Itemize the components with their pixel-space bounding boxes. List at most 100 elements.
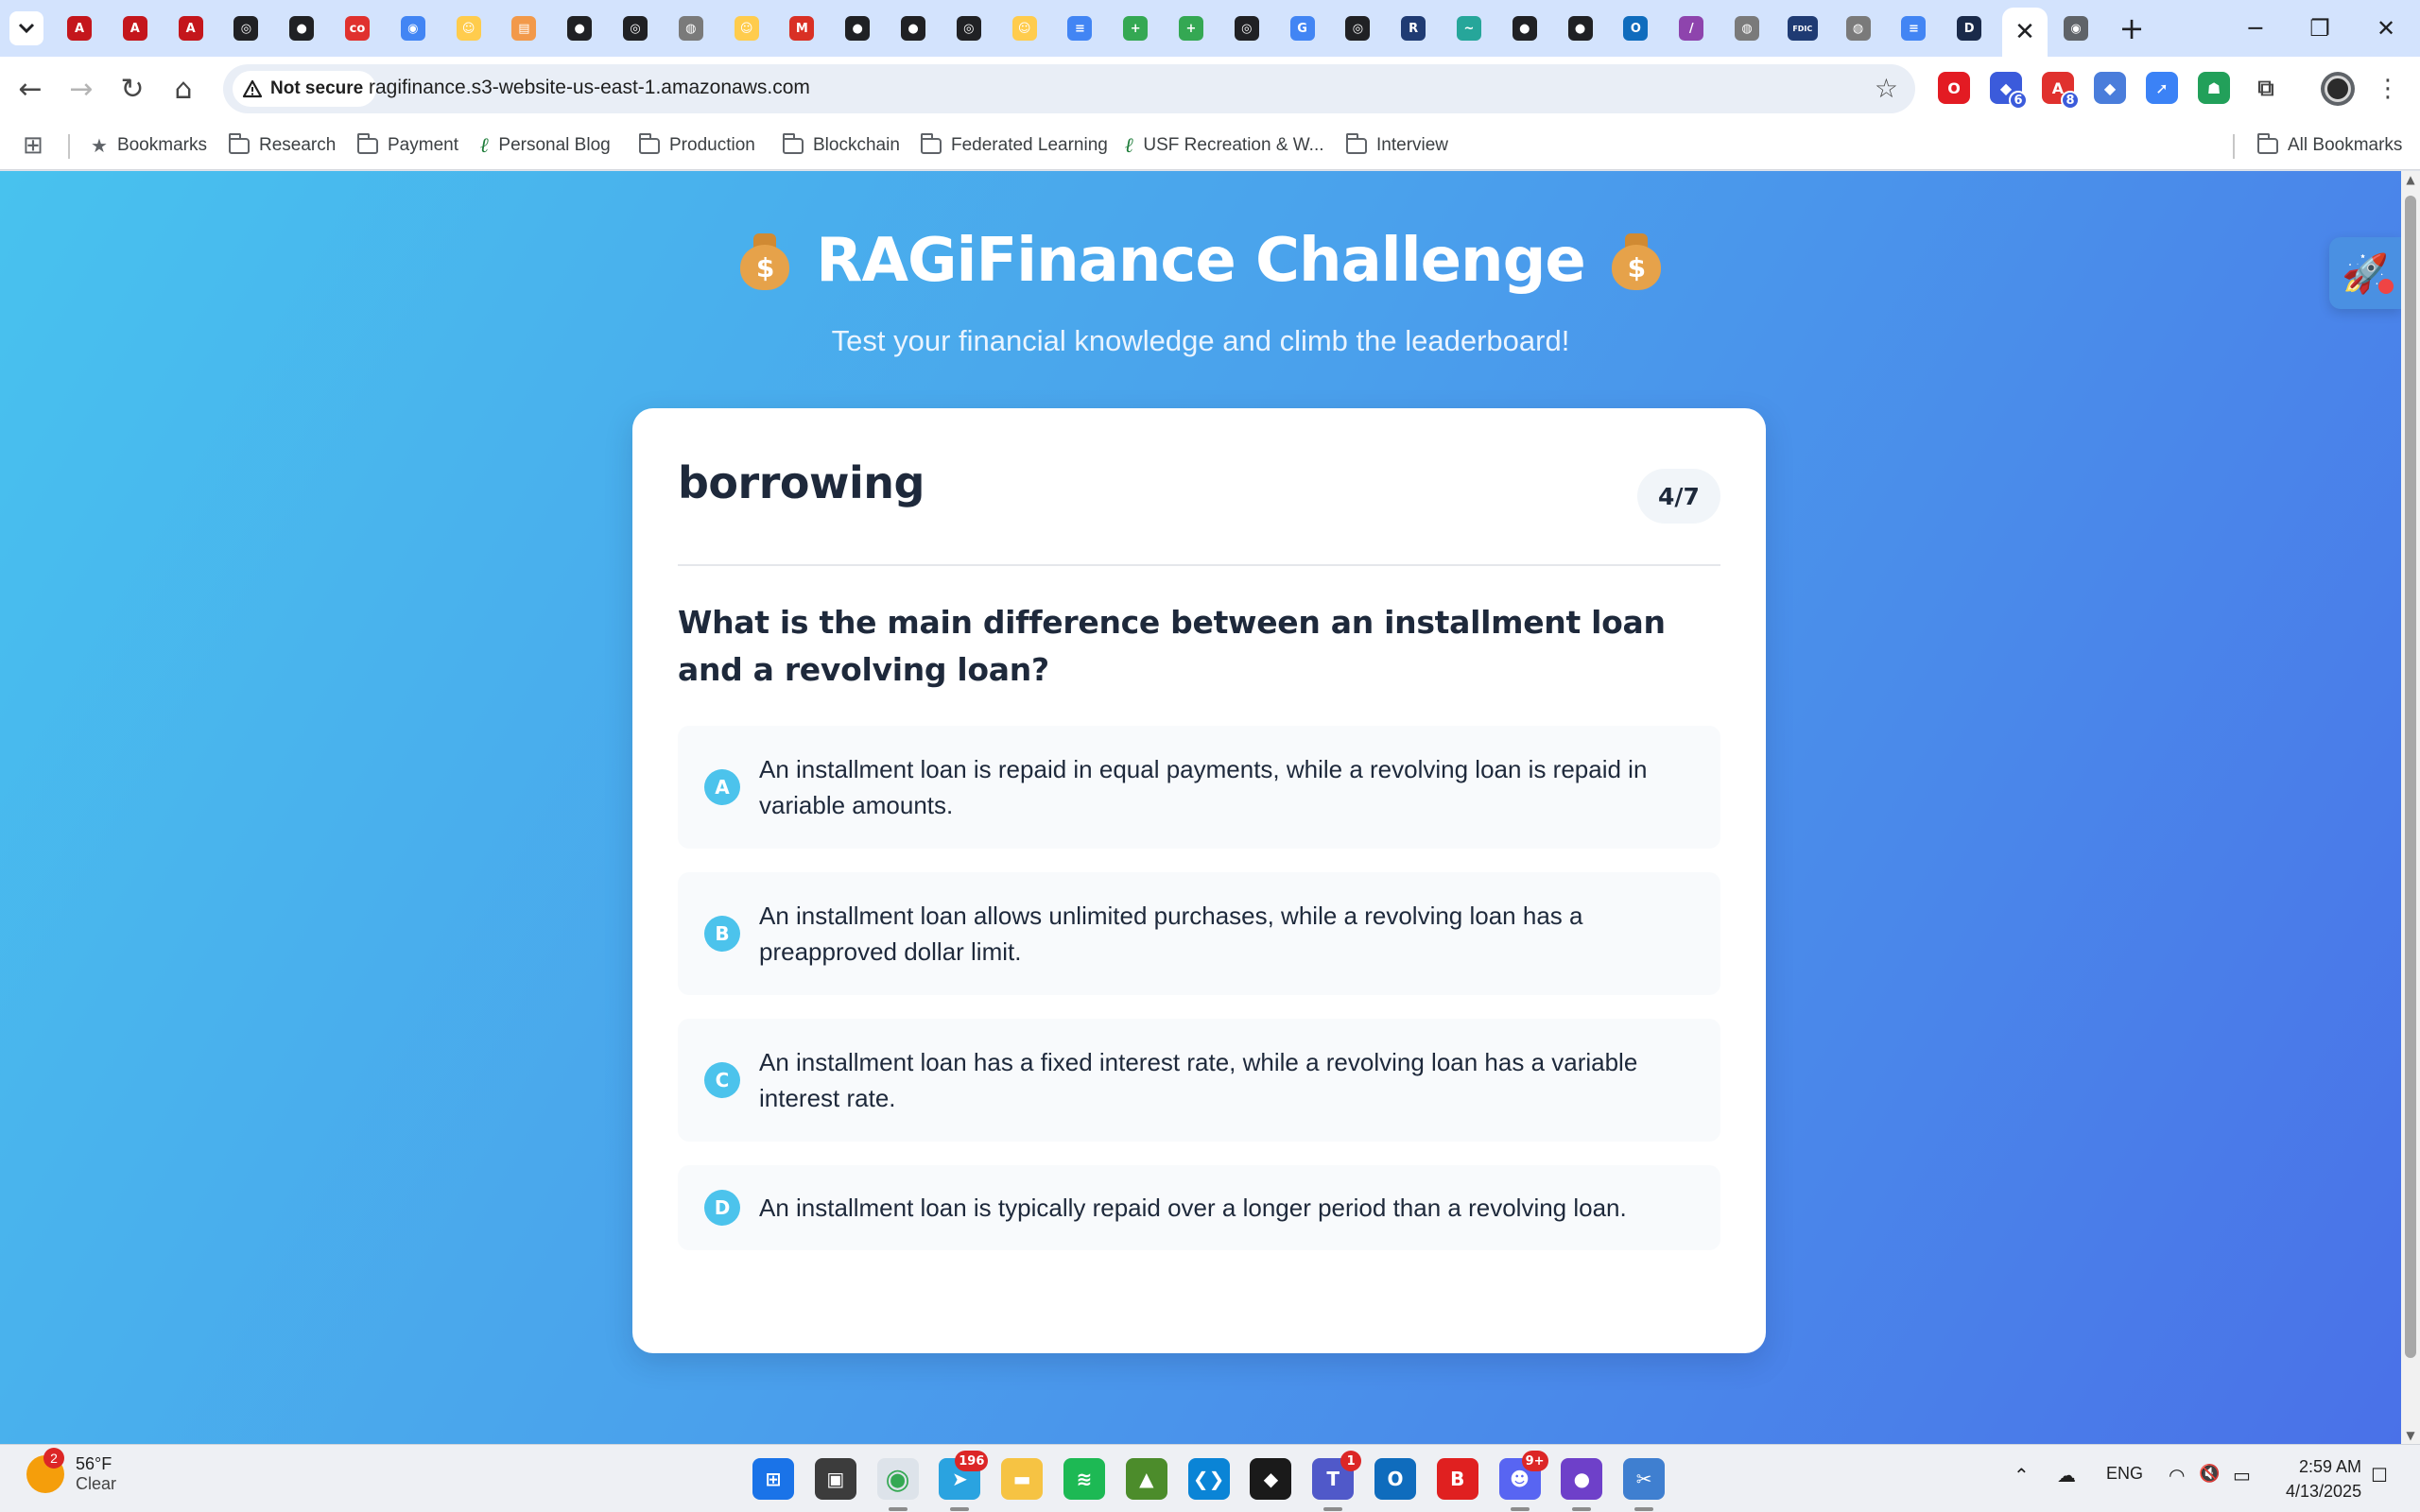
graduation-cap-icon[interactable]: ◆ 6 xyxy=(1990,72,2028,110)
security-chip[interactable]: Not secure xyxy=(233,71,377,107)
reload-button[interactable]: ↻ xyxy=(110,66,155,112)
taskbar-spotify[interactable]: ≋ xyxy=(1063,1458,1105,1500)
language-indicator[interactable]: ENG xyxy=(2106,1464,2143,1484)
browser-tab[interactable]: ◍ xyxy=(674,11,708,45)
browser-tab[interactable]: M xyxy=(785,11,819,45)
bookmark-research[interactable]: Research xyxy=(228,130,336,161)
apps-button[interactable]: ⊞ xyxy=(23,130,43,161)
taskbar-telegram[interactable]: ➤ 196 xyxy=(939,1451,989,1511)
browser-tab[interactable]: + xyxy=(1118,11,1152,45)
answer-option-a[interactable]: A An installment loan is repaid in equal … xyxy=(678,726,1720,849)
browser-tab[interactable]: ◎ xyxy=(1230,11,1264,45)
taskbar-outlook[interactable]: O xyxy=(1374,1458,1416,1500)
taskbar-cursor[interactable]: ◆ xyxy=(1250,1458,1292,1500)
opera-icon[interactable]: O xyxy=(1938,72,1970,104)
browser-tab[interactable]: ◎ xyxy=(1340,11,1374,45)
bookmark-usf-recreation-w[interactable]: ℓ USF Recreation & W... xyxy=(1125,130,1324,161)
browser-tab[interactable]: ◍ xyxy=(1730,11,1764,45)
minimize-button[interactable]: ─ xyxy=(2235,8,2276,49)
browser-tab[interactable]: ● xyxy=(896,11,930,45)
browser-tab[interactable]: D xyxy=(1952,11,1986,45)
browser-tab[interactable]: O xyxy=(1618,11,1652,45)
rocket-icon[interactable]: ➚ xyxy=(2146,72,2178,104)
bookmark-payment[interactable]: Payment xyxy=(356,130,458,161)
browser-tab[interactable]: G xyxy=(1286,11,1320,45)
browser-tab[interactable]: A xyxy=(62,11,96,45)
page-scrollbar[interactable]: ▲ ▼ xyxy=(2401,171,2420,1444)
url-text[interactable]: ragifinance.s3-website-us-east-1.amazona… xyxy=(369,77,810,99)
taskbar-image-viewer[interactable]: ▲ xyxy=(1125,1458,1167,1500)
volume-muted-icon[interactable]: 🔇 xyxy=(2199,1464,2220,1484)
battery-icon[interactable]: ▭ xyxy=(2233,1464,2251,1486)
scroll-down-arrow[interactable]: ▼ xyxy=(2404,1429,2417,1442)
taskbar-teams[interactable]: T1 xyxy=(1312,1451,1362,1511)
browser-tab[interactable]: ☺ xyxy=(452,11,486,45)
browser-tab[interactable]: ● xyxy=(1508,11,1542,45)
robot-icon[interactable]: ☗ xyxy=(2198,72,2230,104)
browser-tab[interactable]: + xyxy=(1174,11,1208,45)
browser-tab[interactable]: co xyxy=(340,11,374,45)
browser-tab[interactable]: R xyxy=(1396,11,1430,45)
browser-tab[interactable]: ◎ xyxy=(618,11,652,45)
browser-tab[interactable]: ☺ xyxy=(730,11,764,45)
taskbar-task-view[interactable]: ▣ xyxy=(814,1458,856,1500)
bookmark-interview[interactable]: Interview xyxy=(1345,130,1448,161)
wifi-icon[interactable]: ◠ xyxy=(2169,1464,2185,1486)
home-button[interactable]: ⌂ xyxy=(161,66,206,112)
browser-tab[interactable]: ● xyxy=(562,11,596,45)
answer-option-b[interactable]: B An installment loan allows unlimited pu… xyxy=(678,872,1720,995)
bookmark-blockchain[interactable]: Blockchain xyxy=(782,130,900,161)
puzzle-icon[interactable]: ⧉ xyxy=(2250,72,2282,104)
taskbar-vscode[interactable]: ❮❯ xyxy=(1187,1458,1230,1500)
browser-tab[interactable]: ☺ xyxy=(1008,11,1042,45)
browser-tab[interactable]: / xyxy=(1674,11,1708,45)
browser-tab[interactable]: ≡ xyxy=(1063,11,1097,45)
browser-tab[interactable]: ● xyxy=(840,11,874,45)
new-tab-button[interactable]: + xyxy=(2113,9,2151,47)
answer-option-c[interactable]: C An installment loan has a fixed interes… xyxy=(678,1019,1720,1142)
browser-tab[interactable]: ◎ xyxy=(229,11,263,45)
browser-tab[interactable]: FDIC xyxy=(1786,11,1820,45)
system-clock[interactable]: 2:59 AM 4/13/2025 xyxy=(2286,1454,2361,1503)
close-tab-icon[interactable]: ✕ xyxy=(2014,18,2035,46)
bookmark-star-icon[interactable]: ☆ xyxy=(1875,73,1898,104)
scroll-up-arrow[interactable]: ▲ xyxy=(2404,173,2417,186)
profile-avatar[interactable] xyxy=(2321,72,2355,106)
taskbar-discord[interactable]: ☻ 9+ xyxy=(1498,1451,1548,1511)
back-button[interactable]: ← xyxy=(8,66,53,112)
answer-option-d[interactable]: D An installment loan is typically repaid… xyxy=(678,1165,1720,1250)
bookmark-bookmarks[interactable]: ★ Bookmarks xyxy=(91,130,207,161)
tab-after-active[interactable]: ◉ xyxy=(2059,11,2093,45)
bookmark-personal-blog[interactable]: ℓ Personal Blog xyxy=(480,130,611,161)
tab-search-button[interactable] xyxy=(9,11,43,45)
all-bookmarks-button[interactable]: All Bookmarks xyxy=(2256,130,2402,161)
restore-button[interactable]: ❐ xyxy=(2299,8,2341,49)
active-tab[interactable]: ✕ xyxy=(2002,8,2048,57)
scrollbar-thumb[interactable] xyxy=(2405,196,2416,1358)
weather-widget[interactable]: 2 56°F Clear xyxy=(26,1448,116,1494)
forward-button[interactable]: → xyxy=(59,66,104,112)
notifications-icon[interactable]: ☐ xyxy=(2371,1464,2388,1486)
show-hidden-icons-button[interactable]: ⌃ xyxy=(2014,1464,2030,1486)
browser-tab[interactable]: ● xyxy=(1564,11,1598,45)
close-window-button[interactable]: ✕ xyxy=(2365,8,2407,49)
browser-menu-button[interactable]: ⋮ xyxy=(2365,66,2411,112)
taskbar-github-desktop[interactable]: ● xyxy=(1561,1458,1603,1511)
browser-tab[interactable]: ▤ xyxy=(507,11,541,45)
taskbar-app-b[interactable]: B xyxy=(1436,1458,1478,1500)
browser-tab[interactable]: A xyxy=(174,11,208,45)
onedrive-icon[interactable]: ☁ xyxy=(2057,1464,2076,1486)
browser-tab[interactable]: A xyxy=(118,11,152,45)
floating-rocket-button[interactable]: 🚀 xyxy=(2329,237,2401,309)
adobe-icon[interactable]: A8 xyxy=(2042,72,2080,110)
browser-tab[interactable]: ● xyxy=(285,11,319,45)
taskbar-start[interactable]: ⊞ xyxy=(752,1458,794,1500)
taskbar-chrome[interactable]: ◉ xyxy=(876,1458,919,1511)
taskbar-explorer[interactable]: ▬ xyxy=(1001,1458,1044,1500)
browser-tab[interactable]: ≡ xyxy=(1896,11,1930,45)
bookmark-production[interactable]: Production xyxy=(638,130,755,161)
bookmark-federated-learning[interactable]: Federated Learning xyxy=(920,130,1108,161)
browser-tab[interactable]: ◍ xyxy=(1841,11,1876,45)
diamond-icon[interactable]: ◆ xyxy=(2094,72,2126,104)
browser-tab[interactable]: ◉ xyxy=(396,11,430,45)
